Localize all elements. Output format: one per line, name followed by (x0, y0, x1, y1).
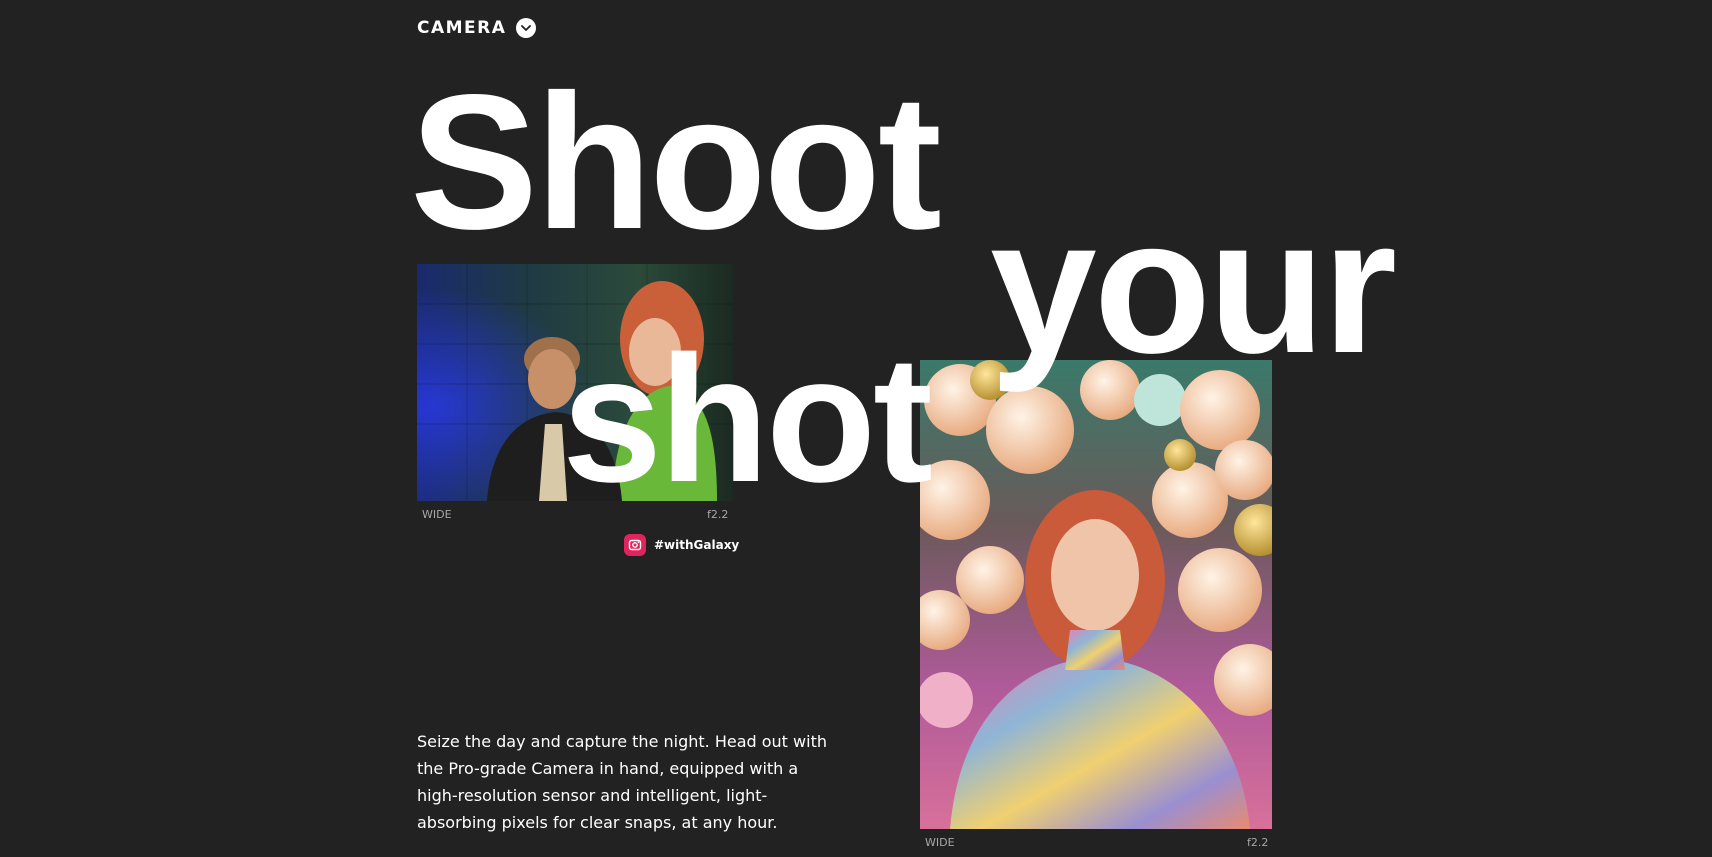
section-label: CAMERA (417, 18, 507, 38)
hashtag-text: #withGalaxy (654, 538, 740, 552)
photo-1-lens-label: WIDE (422, 508, 452, 521)
headline-word-your: your (990, 178, 1397, 393)
instagram-icon (624, 534, 646, 556)
camera-description: Seize the day and capture the night. Hea… (417, 732, 827, 832)
photo-2-lens-label: WIDE (925, 836, 955, 849)
withgalaxy-hashtag-link[interactable]: #withGalaxy (624, 534, 739, 556)
chevron-down-icon[interactable] (516, 18, 537, 38)
headline-word-shot: shot (562, 319, 933, 520)
photo-2-aperture-label: f2.2 (1247, 836, 1269, 849)
camera-section-toggle[interactable]: CAMERA (417, 18, 537, 38)
balloon-selfie-photo (920, 360, 1272, 829)
headline-word-shoot: Shoot (410, 54, 942, 269)
